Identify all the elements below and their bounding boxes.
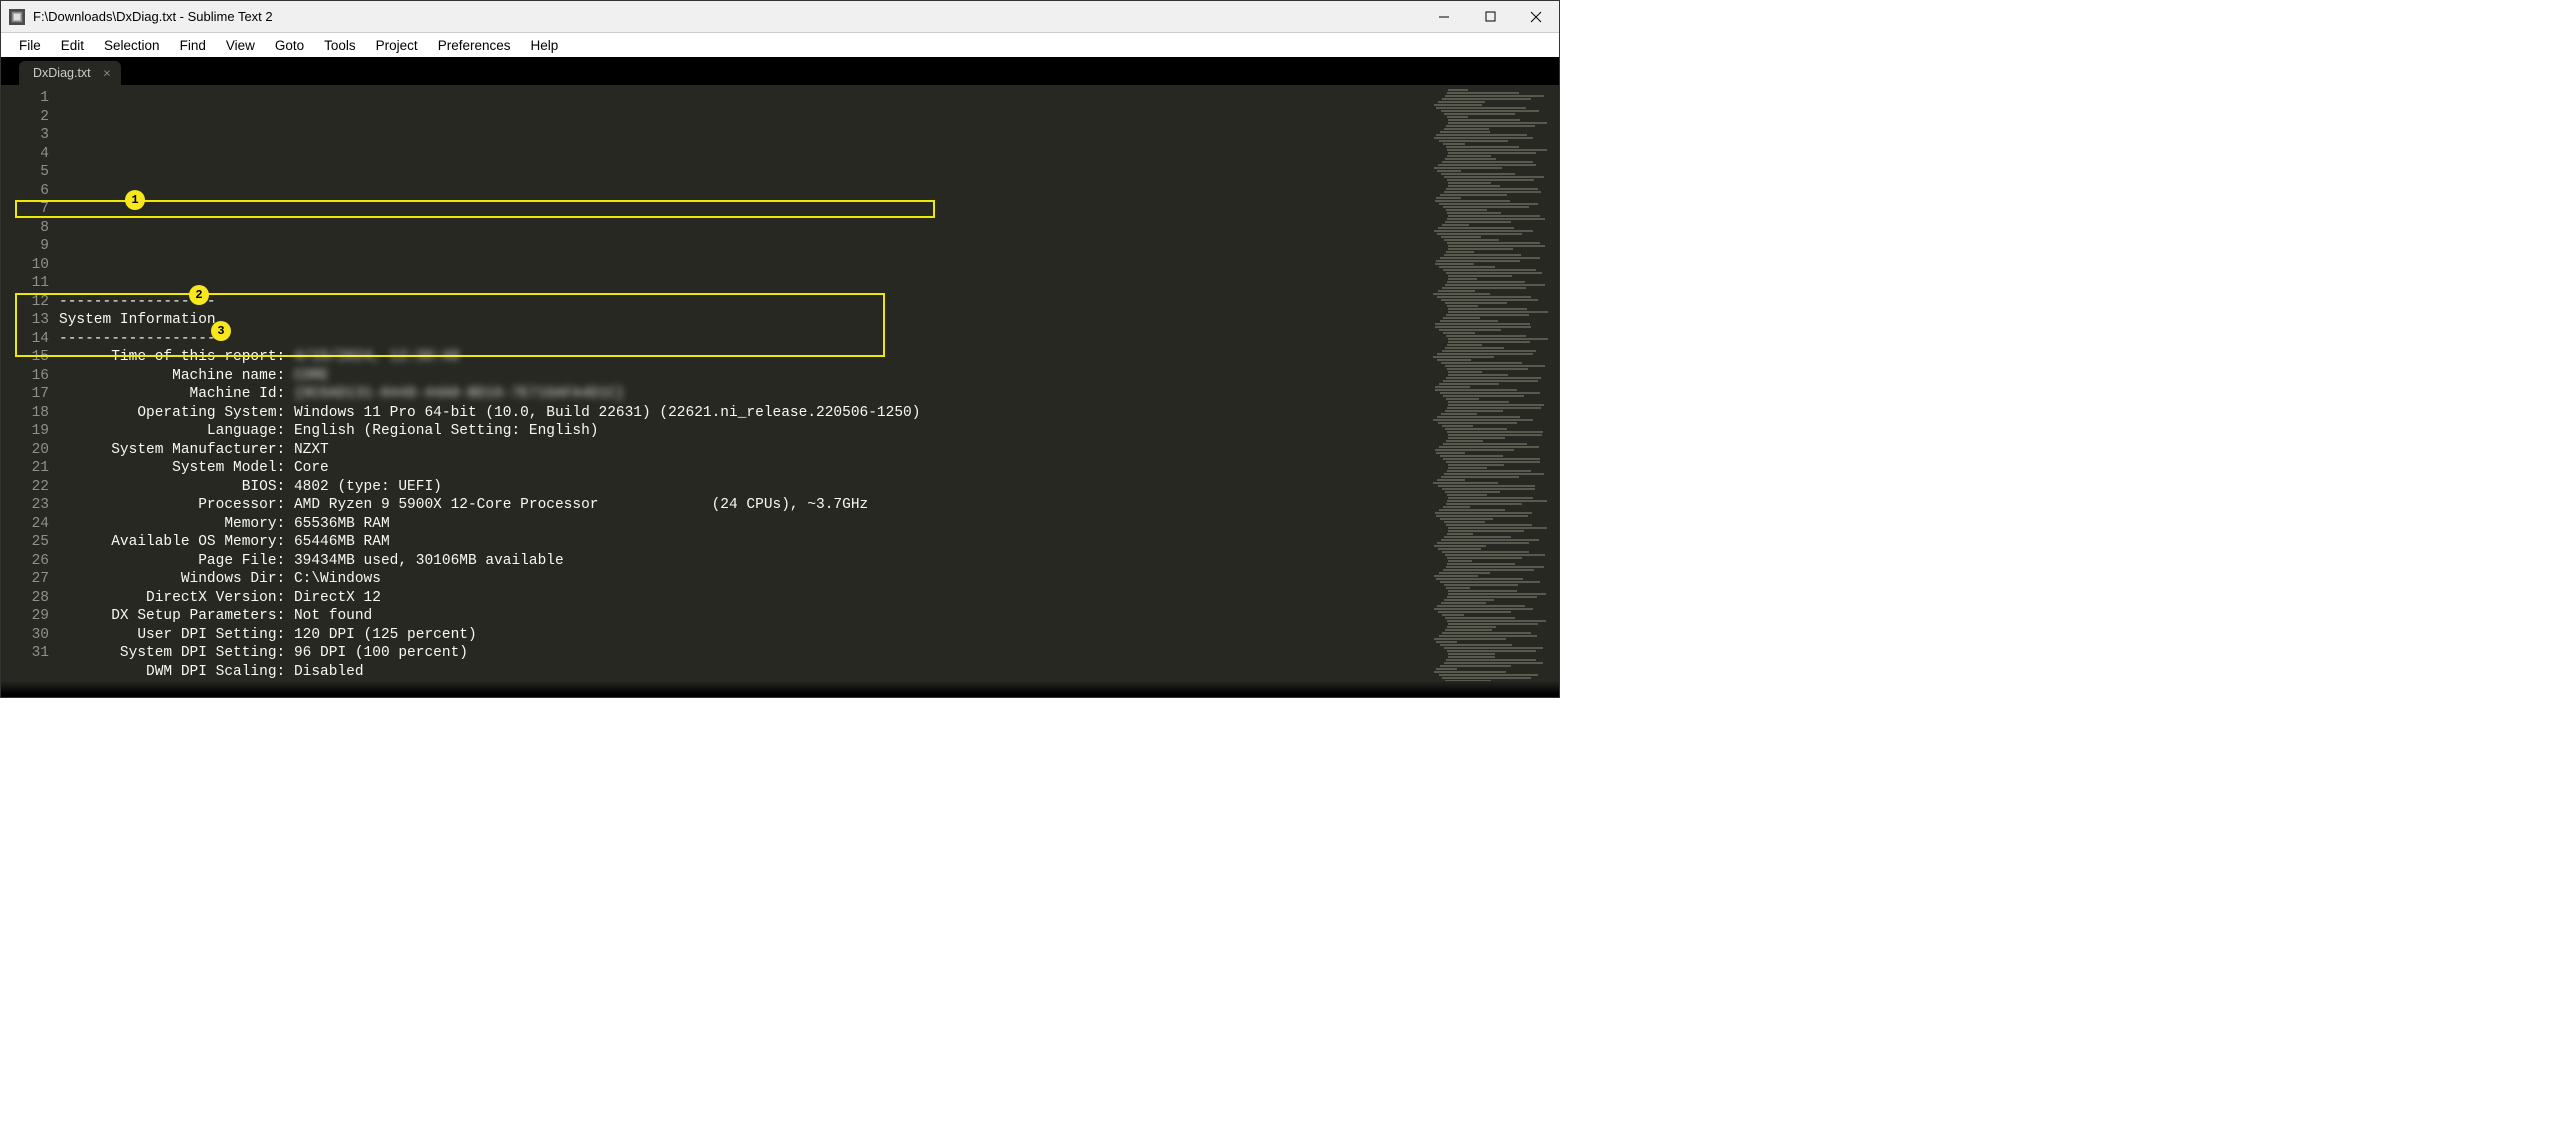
line-number: 26 <box>1 552 49 571</box>
code-line[interactable]: Language: English (Regional Setting: Eng… <box>59 422 1559 441</box>
code-line[interactable]: Page File: 39434MB used, 30106MB availab… <box>59 552 1559 571</box>
menu-view[interactable]: View <box>216 36 265 55</box>
menu-preferences[interactable]: Preferences <box>428 36 521 55</box>
code-line[interactable]: Windows Dir: C:\Windows <box>59 570 1559 589</box>
tab-row: DxDiag.txt × <box>1 57 1559 85</box>
line-number: 11 <box>1 274 49 293</box>
menu-tools[interactable]: Tools <box>314 36 366 55</box>
code-line[interactable]: Time of this report: 4/15/2024, 12:30:48 <box>59 348 1559 367</box>
line-number: 1 <box>1 89 49 108</box>
code-line[interactable]: Available OS Memory: 65446MB RAM <box>59 533 1559 552</box>
line-number: 20 <box>1 441 49 460</box>
line-number: 9 <box>1 237 49 256</box>
line-number: 31 <box>1 644 49 663</box>
code-content[interactable]: 1 2 3 ------------------System Informati… <box>59 85 1559 681</box>
callout-3: 3 <box>211 321 231 341</box>
code-line[interactable]: DirectX Version: DirectX 12 <box>59 589 1559 608</box>
code-line[interactable]: Memory: 65536MB RAM <box>59 515 1559 534</box>
code-line[interactable]: ------------------ <box>59 293 1559 312</box>
menu-file[interactable]: File <box>9 36 51 55</box>
line-number: 30 <box>1 626 49 645</box>
code-line[interactable]: System DPI Setting: 96 DPI (100 percent) <box>59 644 1559 663</box>
line-number: 14 <box>1 330 49 349</box>
app-icon <box>9 9 25 25</box>
maximize-button[interactable] <box>1467 1 1513 32</box>
line-number: 4 <box>1 145 49 164</box>
code-line[interactable]: System Model: Core <box>59 459 1559 478</box>
editor-area: DxDiag.txt × 123456789101112131415161718… <box>1 57 1559 697</box>
line-number: 29 <box>1 607 49 626</box>
bottom-fade <box>1 681 1559 697</box>
window-controls <box>1421 1 1559 32</box>
code-line[interactable]: System Manufacturer: NZXT <box>59 441 1559 460</box>
code-line[interactable]: Processor: AMD Ryzen 9 5900X 12-Core Pro… <box>59 496 1559 515</box>
code-line[interactable]: System Information <box>59 311 1559 330</box>
titlebar[interactable]: F:\Downloads\DxDiag.txt - Sublime Text 2 <box>1 1 1559 33</box>
line-number: 17 <box>1 385 49 404</box>
highlight-box-1 <box>15 200 935 218</box>
line-number: 5 <box>1 163 49 182</box>
line-number: 27 <box>1 570 49 589</box>
tab-label: DxDiag.txt <box>33 66 91 80</box>
line-number: 24 <box>1 515 49 534</box>
close-button[interactable] <box>1513 1 1559 32</box>
line-number: 25 <box>1 533 49 552</box>
window-title: F:\Downloads\DxDiag.txt - Sublime Text 2 <box>33 9 1421 24</box>
menu-help[interactable]: Help <box>521 36 569 55</box>
line-number: 12 <box>1 293 49 312</box>
code-line[interactable]: Machine name: CORE <box>59 367 1559 386</box>
menu-find[interactable]: Find <box>170 36 216 55</box>
line-number: 3 <box>1 126 49 145</box>
line-number: 22 <box>1 478 49 497</box>
callout-2: 2 <box>189 285 209 305</box>
code-line[interactable]: DX Setup Parameters: Not found <box>59 607 1559 626</box>
minimize-button[interactable] <box>1421 1 1467 32</box>
line-number: 19 <box>1 422 49 441</box>
app-window: F:\Downloads\DxDiag.txt - Sublime Text 2… <box>0 0 1560 698</box>
code-pane[interactable]: 1234567891011121314151617181920212223242… <box>1 85 1559 681</box>
callout-1: 1 <box>125 190 145 210</box>
line-number: 18 <box>1 404 49 423</box>
torn-edge <box>0 698 1560 712</box>
menu-goto[interactable]: Goto <box>265 36 314 55</box>
line-number: 28 <box>1 589 49 608</box>
line-number: 15 <box>1 348 49 367</box>
line-number: 23 <box>1 496 49 515</box>
tab-dxdiag[interactable]: DxDiag.txt × <box>19 61 121 85</box>
code-line[interactable]: DWM DPI Scaling: Disabled <box>59 663 1559 682</box>
code-line[interactable]: BIOS: 4802 (type: UEFI) <box>59 478 1559 497</box>
code-line[interactable]: Operating System: Windows 11 Pro 64-bit … <box>59 404 1559 423</box>
line-number: 7 <box>1 200 49 219</box>
line-number: 16 <box>1 367 49 386</box>
line-number: 8 <box>1 219 49 238</box>
line-number: 21 <box>1 459 49 478</box>
line-number: 2 <box>1 108 49 127</box>
code-line[interactable]: User DPI Setting: 120 DPI (125 percent) <box>59 626 1559 645</box>
menu-edit[interactable]: Edit <box>51 36 94 55</box>
code-line[interactable]: Machine Id: {0C6AD131-0448-44A0-BD16-7E7… <box>59 385 1559 404</box>
menu-selection[interactable]: Selection <box>94 36 170 55</box>
code-line[interactable]: ------------------ <box>59 330 1559 349</box>
menu-project[interactable]: Project <box>366 36 428 55</box>
line-number: 13 <box>1 311 49 330</box>
menubar: File Edit Selection Find View Goto Tools… <box>1 33 1559 57</box>
line-number: 10 <box>1 256 49 275</box>
line-number: 6 <box>1 182 49 201</box>
line-number-gutter: 1234567891011121314151617181920212223242… <box>1 85 59 681</box>
tab-close-icon[interactable]: × <box>103 66 111 81</box>
